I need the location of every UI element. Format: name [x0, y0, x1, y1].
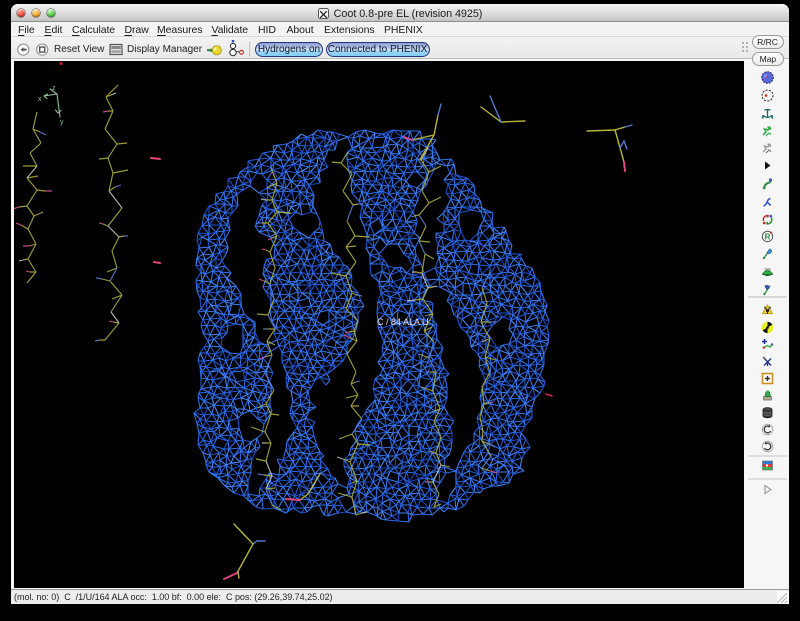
svg-text:y: y: [60, 119, 64, 126]
svg-text:C / 84 ALA U: C / 84 ALA U: [377, 317, 429, 327]
svg-text:R: R: [765, 232, 771, 241]
svg-text:x: x: [38, 96, 42, 103]
svg-text:z: z: [52, 85, 56, 92]
svg-text:Side: Side: [764, 267, 771, 271]
